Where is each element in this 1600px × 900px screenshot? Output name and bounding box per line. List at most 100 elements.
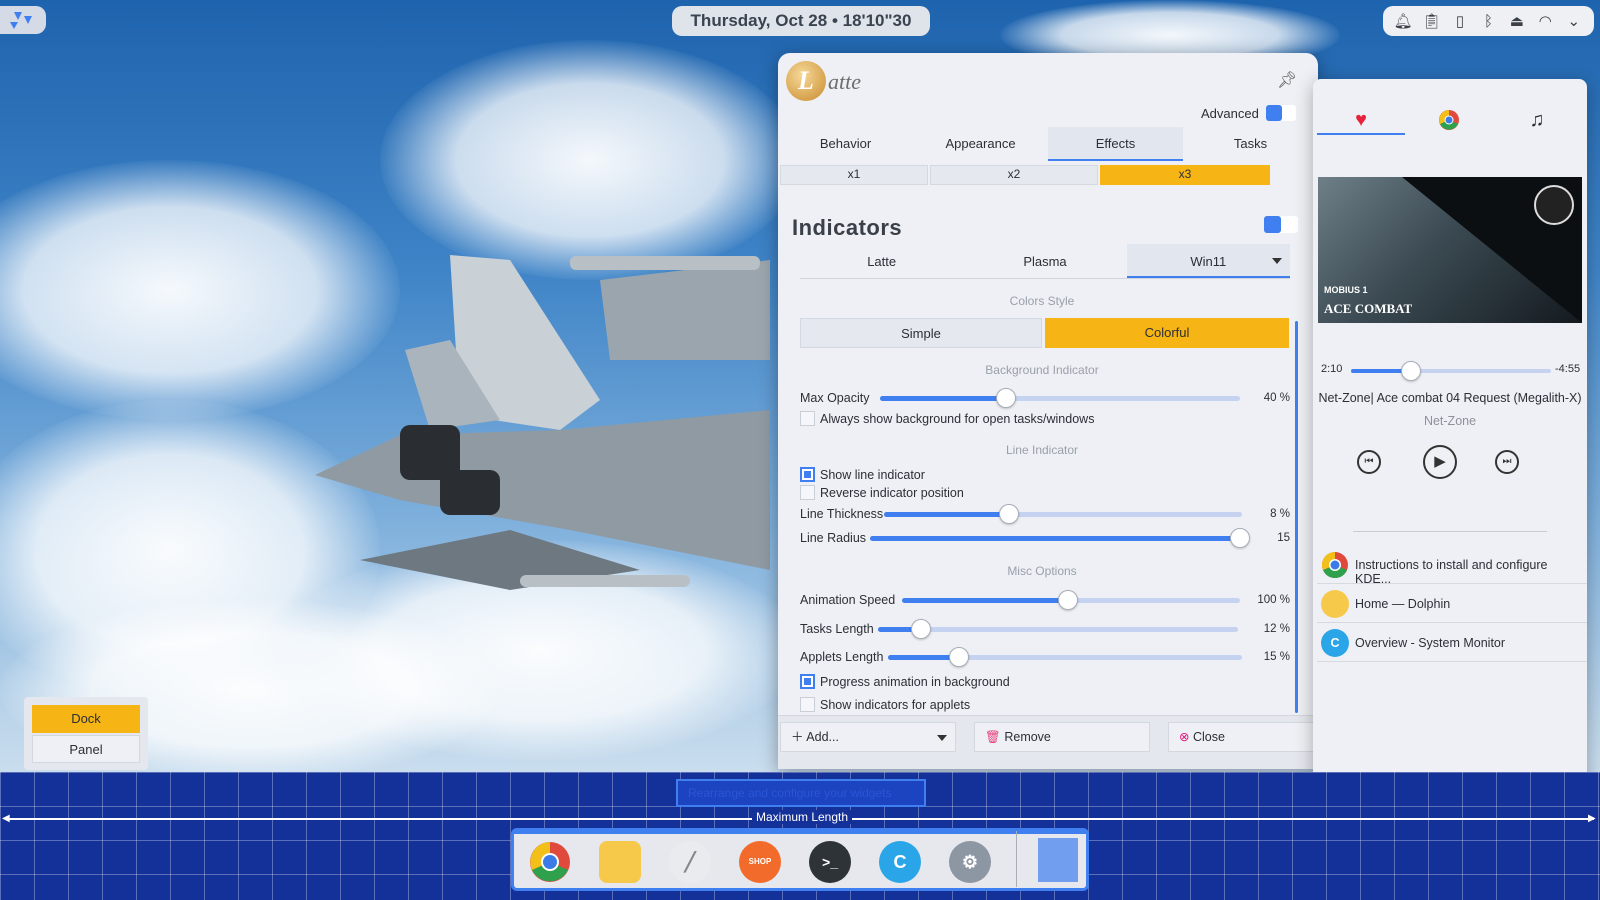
divider	[1353, 531, 1547, 532]
terminal-label: >_	[822, 854, 838, 870]
style-win11[interactable]: Win11	[1126, 244, 1290, 278]
show-line-label: Show line indicator	[820, 468, 925, 482]
chevron-icon[interactable]: ⌄	[1564, 12, 1584, 30]
slider-handle[interactable]	[1057, 590, 1078, 610]
colorful-color-button[interactable]: Colorful	[1045, 318, 1289, 348]
multiplier-x1-button[interactable]: x1	[780, 165, 928, 185]
animation-speed-slider[interactable]	[902, 590, 1240, 610]
progress-animation-checkbox[interactable]	[800, 674, 815, 689]
chrome-icon[interactable]	[529, 841, 571, 883]
ruler-right-arrow-icon[interactable]: ▶	[1588, 813, 1596, 824]
add-button[interactable]: ＋ Add...	[780, 722, 956, 752]
tab-tasks[interactable]: Tasks	[1183, 127, 1318, 161]
dolphin-folder-icon	[1321, 590, 1349, 618]
dock-separator	[1016, 831, 1017, 887]
always-show-bg-checkbox[interactable]	[800, 411, 815, 426]
ruler-left-arrow-icon[interactable]: ◀	[2, 813, 10, 824]
bluetooth-icon[interactable]: ᛒ	[1478, 13, 1498, 30]
misc-options-label: Misc Options	[1007, 564, 1077, 578]
text-editor-icon[interactable]: ╱	[669, 841, 711, 883]
slider-handle[interactable]	[1401, 361, 1421, 381]
slider-handle[interactable]	[1230, 528, 1250, 548]
clock-widget[interactable]: Thursday, Oct 28 • 18'10"30	[672, 6, 930, 36]
settings-scrollbar[interactable]	[1295, 321, 1298, 713]
line-radius-slider[interactable]	[870, 528, 1250, 548]
settings-icon[interactable]: ⚙	[949, 841, 991, 883]
line-thickness-value: 8 %	[1270, 508, 1290, 520]
trash-icon: 🗑︎	[985, 730, 1005, 744]
latte-dock: ╱ SHOP >_ C ⚙	[511, 828, 1089, 891]
clipboard-icon[interactable]: 📋︎	[1422, 12, 1442, 30]
task-title: Instructions to install and configure KD…	[1355, 558, 1548, 586]
remove-button[interactable]: 🗑︎ Remove	[974, 722, 1150, 752]
advanced-toggle[interactable]	[1266, 105, 1296, 121]
close-button[interactable]: ⊗ Close	[1168, 722, 1314, 752]
rearrange-widgets-button[interactable]: Rearrange and configure your widgets	[676, 779, 926, 807]
battery-icon[interactable]: ▯	[1450, 12, 1470, 30]
files-icon[interactable]	[599, 841, 641, 883]
next-track-icon[interactable]: ⏭	[1495, 450, 1519, 474]
tasks-length-slider[interactable]	[878, 619, 1238, 639]
system-tray: 🔔︎ 📋︎ ▯ ᛒ ⏏ ◠ ⌄	[1383, 6, 1594, 36]
wifi-icon[interactable]: ◠	[1535, 12, 1555, 30]
music-note-icon[interactable]: ♫	[1493, 105, 1581, 135]
chevron-down-icon[interactable]	[1271, 258, 1282, 264]
task-item[interactable]: Home — Dolphin	[1317, 585, 1587, 623]
show-applet-indicators-checkbox[interactable]	[800, 697, 815, 712]
always-show-bg-label: Always show background for open tasks/wi…	[820, 412, 1095, 426]
task-item[interactable]: Instructions to install and configure KD…	[1317, 546, 1587, 586]
show-line-checkbox[interactable]	[800, 467, 815, 482]
album-title: ACE COMBAT	[1324, 301, 1413, 316]
shop-icon[interactable]: SHOP	[739, 841, 781, 883]
multiplier-x3-button[interactable]: x3	[1100, 165, 1270, 185]
dock-widget-placeholder[interactable]	[1038, 838, 1078, 882]
pin-icon[interactable]: 📌︎	[1277, 70, 1297, 90]
chrome-tab-icon[interactable]	[1405, 105, 1493, 135]
dock-mode-button[interactable]: Dock	[32, 705, 140, 733]
previous-track-icon[interactable]: ⏮	[1357, 450, 1381, 474]
usb-icon[interactable]: ⏏	[1507, 12, 1527, 30]
applets-length-slider[interactable]	[888, 647, 1242, 667]
latte-logo-icon: L	[786, 61, 826, 101]
system-monitor-icon[interactable]: C	[879, 841, 921, 883]
multiplier-x2-button[interactable]: x2	[930, 165, 1098, 185]
style-plasma[interactable]: Plasma	[963, 244, 1126, 278]
slider-handle[interactable]	[948, 647, 969, 667]
max-opacity-value: 40 %	[1263, 392, 1290, 404]
slider-handle[interactable]	[999, 504, 1020, 524]
favorites-heart-icon[interactable]: ♥	[1317, 105, 1405, 135]
settings-tabs: Behavior Appearance Effects Tasks	[778, 127, 1318, 161]
style-latte[interactable]: Latte	[800, 244, 963, 278]
panel-mode-button[interactable]: Panel	[32, 735, 140, 763]
jet-wallpaper	[315, 255, 770, 590]
chevron-down-icon[interactable]	[937, 735, 947, 741]
reverse-position-checkbox[interactable]	[800, 485, 815, 500]
app-launcher-button[interactable]	[0, 6, 46, 34]
simple-color-button[interactable]: Simple	[800, 318, 1042, 348]
max-opacity-slider[interactable]	[880, 388, 1240, 408]
tab-behavior[interactable]: Behavior	[778, 127, 913, 161]
reverse-position-label: Reverse indicator position	[820, 486, 964, 500]
latte-settings-window: L atte 📌︎ Advanced Behavior Appearance E…	[778, 53, 1318, 769]
line-thickness-label: Line Thickness	[800, 507, 884, 521]
latte-logo-text: atte	[828, 69, 861, 94]
task-item[interactable]: C Overview - System Monitor	[1317, 624, 1587, 662]
chrome-icon	[1322, 552, 1348, 578]
task-title: Overview - System Monitor	[1355, 636, 1506, 650]
maximum-length-label: Maximum Length	[752, 810, 853, 824]
bell-icon[interactable]: 🔔︎	[1393, 12, 1413, 30]
play-icon[interactable]: ▶	[1423, 445, 1457, 479]
advanced-label: Advanced	[1201, 106, 1259, 121]
indicators-toggle[interactable]	[1264, 216, 1298, 233]
slider-handle[interactable]	[996, 388, 1016, 408]
max-opacity-label: Max Opacity	[800, 391, 870, 405]
tab-effects[interactable]: Effects	[1048, 127, 1183, 161]
tab-appearance[interactable]: Appearance	[913, 127, 1048, 161]
applets-length-label: Applets Length	[800, 650, 884, 664]
tasks-length-label: Tasks Length	[800, 622, 874, 636]
slider-handle[interactable]	[911, 619, 932, 639]
line-thickness-slider[interactable]	[884, 504, 1242, 524]
playback-position-slider[interactable]	[1351, 361, 1551, 381]
terminal-icon[interactable]: >_	[809, 841, 851, 883]
show-applet-indicators-label: Show indicators for applets	[820, 698, 971, 712]
